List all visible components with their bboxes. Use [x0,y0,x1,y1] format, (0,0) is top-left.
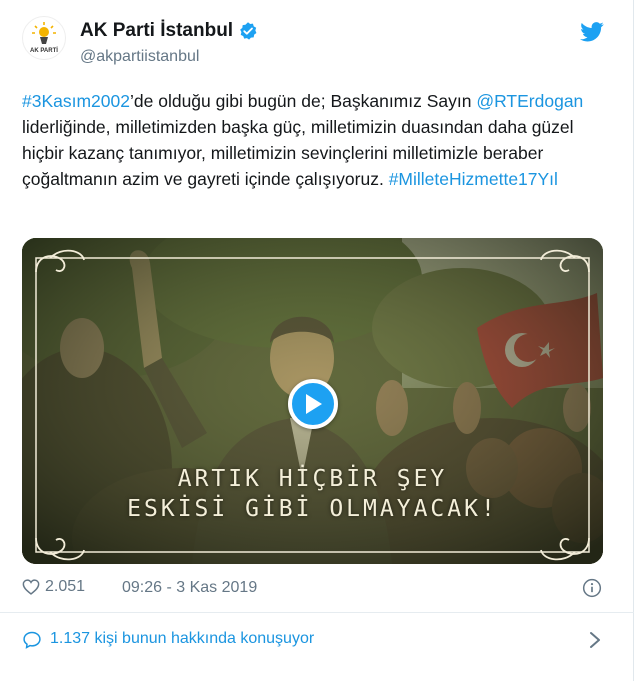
mention-link[interactable]: @RTErdogan [476,91,583,111]
account-handle[interactable]: @akpartiistanbul [80,48,199,66]
hashtag-link[interactable]: #3Kasım2002 [22,91,130,111]
logo-text: AK PARTİ [30,47,58,54]
chevron-right-icon [590,632,600,648]
info-icon[interactable] [582,578,602,598]
twitter-bird-icon[interactable] [580,22,604,42]
conversation-link[interactable]: 1.137 kişi bunun hakkında konuşuyor [22,628,612,652]
speech-bubble-icon [23,631,41,649]
tweet-timestamp[interactable]: 09:26 - 3 Kas 2019 [122,579,257,597]
avatar[interactable]: AK PARTİ [22,16,66,60]
tweet-meta: 2.051 09:26 - 3 Kas 2019 [22,578,612,600]
conversation-label: 1.137 kişi bunun hakkında konuşuyor [50,630,315,647]
tweet-card: AK PARTİ AK Parti İstanbul @akpartiistan… [0,0,634,681]
tweet-header: AK PARTİ AK Parti İstanbul @akpartiistan… [22,14,612,74]
ak-parti-logo-icon: AK PARTİ [30,22,58,54]
like-count: 2.051 [45,578,86,595]
like-button[interactable]: 2.051 [22,578,85,596]
divider [0,612,634,613]
video-player[interactable]: ARTIK HİÇBİR ŞEY ESKİSİ GİBİ OLMAYACAK! [22,238,603,564]
tweet-text: #3Kasım2002’de olduğu gibi bugün de; Baş… [22,88,617,192]
play-icon [306,394,322,414]
play-button[interactable] [288,379,338,429]
tweet-text-part: ’de olduğu gibi bugün de; Başkanımız Say… [130,91,477,111]
account-name[interactable]: AK Parti İstanbul [80,20,258,42]
hashtag-link[interactable]: #MilleteHizmette17Yıl [389,169,558,189]
video-caption-line-2: ESKİSİ GİBİ OLMAYACAK! [127,496,498,522]
account-name-text: AK Parti İstanbul [80,20,234,41]
video-caption-line-1: ARTIK HİÇBİR ŞEY [177,466,448,492]
verified-badge-icon [240,22,257,40]
heart-icon [22,579,40,595]
